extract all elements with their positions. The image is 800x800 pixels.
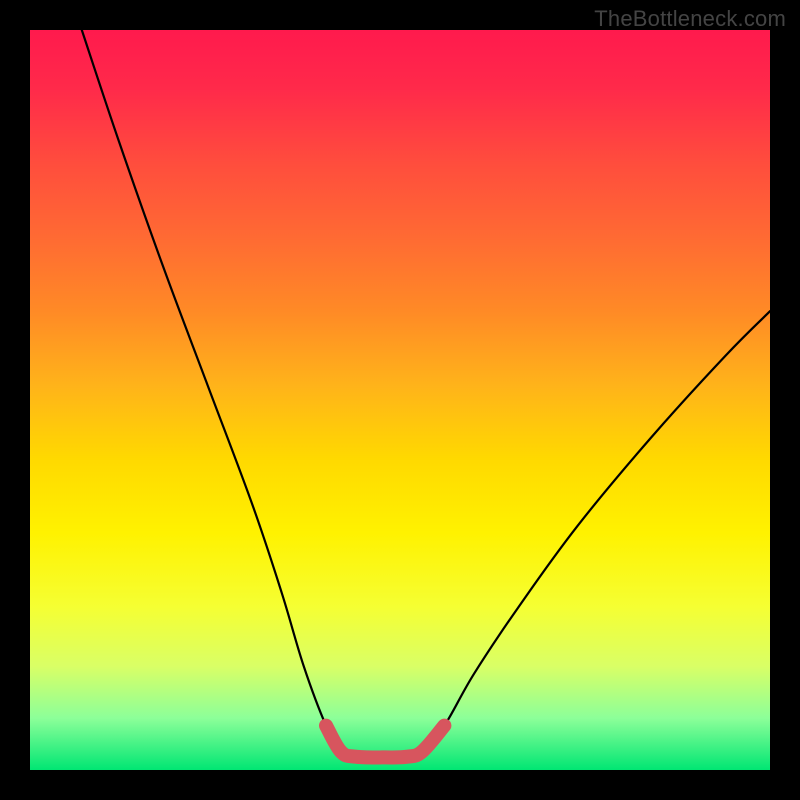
red-trough-overlay	[326, 726, 444, 758]
chart-container: TheBottleneck.com	[0, 0, 800, 800]
chart-svg	[30, 30, 770, 770]
watermark-text: TheBottleneck.com	[594, 6, 786, 32]
plot-area	[30, 30, 770, 770]
black-curve	[82, 30, 770, 757]
